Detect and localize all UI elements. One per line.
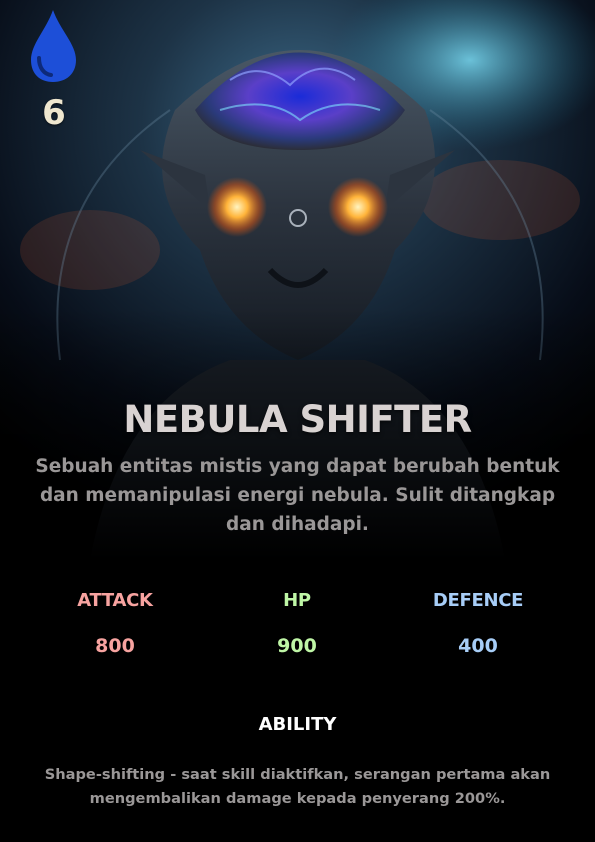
mana-cost: 6 (24, 8, 84, 138)
stat-hp: HP 900 (207, 588, 387, 659)
stat-label: HP (283, 590, 311, 611)
cost-value: 6 (42, 93, 66, 133)
stat-value: 400 (458, 635, 498, 657)
stat-label: ATTACK (77, 590, 153, 611)
stat-value: 800 (95, 635, 135, 657)
card-name: NEBULA SHIFTER (123, 398, 472, 441)
stat-attack: ATTACK 800 (25, 588, 205, 659)
stat-label: DEFENCE (432, 590, 524, 611)
stat-defence: DEFENCE 400 (388, 588, 568, 659)
water-drop-icon (31, 10, 76, 82)
card-description: Sebuah entitas mistis yang dapat berubah… (35, 456, 560, 535)
card: 6 NEBULA SHIFTER Sebuah entitas mistis y… (0, 0, 595, 842)
ability-text: Shape-shifting - saat skill diaktifkan, … (44, 766, 551, 807)
ability-title: ABILITY (258, 714, 337, 735)
stat-value: 900 (277, 635, 317, 657)
